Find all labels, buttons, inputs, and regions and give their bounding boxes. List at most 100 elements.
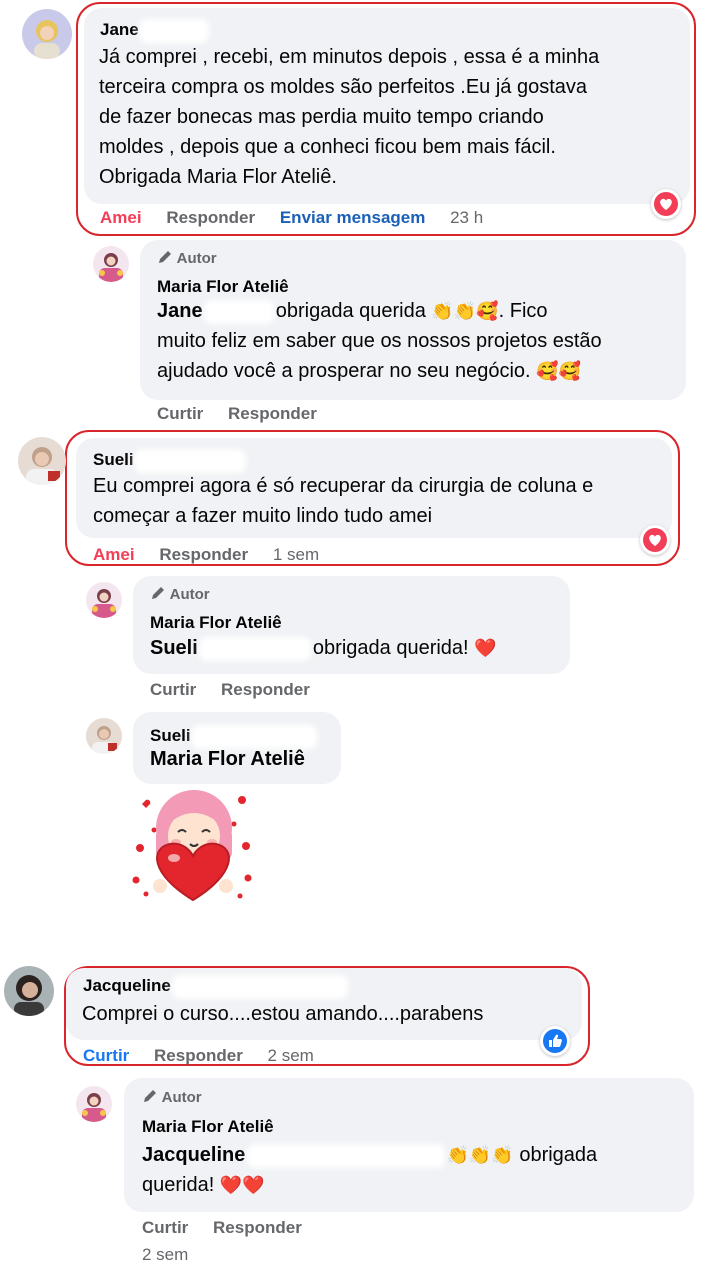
comment-text: Já comprei , recebi, em minutos depois ,… <box>99 42 689 192</box>
clap-emoji-icon: 👏👏🥰 <box>431 301 499 321</box>
comment-text: Eu comprei agora é só recuperar da cirur… <box>93 471 673 531</box>
redacted-surname <box>203 640 308 657</box>
comment-author[interactable]: Jane <box>100 20 206 40</box>
comment-line: Já comprei , recebi, em minutos depois ,… <box>99 46 600 68</box>
pen-icon <box>159 251 171 263</box>
reply-first-line: Jacqueline 👏👏👏 obrigada <box>142 1140 687 1170</box>
comment-line: começar a fazer muito lindo tudo amei <box>93 505 433 527</box>
reply-text-fragment: querida! <box>142 1174 215 1196</box>
pen-icon <box>152 587 164 599</box>
heart-emoji-icon: ❤️ <box>474 638 497 658</box>
avatar[interactable] <box>4 966 54 1016</box>
author-badge: Autor <box>142 1088 202 1106</box>
redacted-surname <box>208 303 271 320</box>
reply-button[interactable]: Responder <box>228 404 317 423</box>
comment-author[interactable]: Jacqueline <box>83 976 344 996</box>
timestamp[interactable]: 1 sem <box>273 545 319 564</box>
clap-emoji-icon: 👏👏👏 <box>446 1145 514 1165</box>
redacted-surname <box>143 22 206 39</box>
timestamp[interactable]: 2 sem <box>268 1046 314 1065</box>
author-badge: Autor <box>150 585 210 603</box>
author-name[interactable]: Sueli <box>150 726 191 745</box>
reply-line: muito feliz em saber que os nossos proje… <box>157 330 602 352</box>
love-reaction-button[interactable]: Amei <box>93 545 135 564</box>
reply-author[interactable]: Maria Flor Ateliê <box>150 613 282 633</box>
smiling-hearts-emoji-icon: 🥰🥰 <box>536 361 581 381</box>
like-button[interactable]: Curtir <box>157 404 203 423</box>
reply-text-fragment: ajudado você a prosperar no seu negócio. <box>157 360 531 382</box>
mention-link[interactable]: Jane <box>157 300 203 322</box>
author-name[interactable]: Jacqueline <box>83 976 171 995</box>
reaction-badge[interactable] <box>640 525 670 555</box>
comment-actions: Amei Responder Enviar mensagem 23 h <box>100 208 503 228</box>
like-button[interactable]: Curtir <box>83 1046 129 1065</box>
author-badge: Autor <box>157 249 217 267</box>
mention-link[interactable]: Jacqueline <box>142 1144 245 1166</box>
reply-text-fragment: . Fico <box>498 300 548 322</box>
thumbs-up-icon <box>543 1029 567 1053</box>
avatar[interactable] <box>76 1086 112 1122</box>
reply-author[interactable]: Maria Flor Ateliê <box>142 1117 274 1137</box>
reply-first-line: Jane obrigada querida 👏👏🥰. Fico <box>157 296 677 326</box>
author-badge-label: Autor <box>176 250 217 267</box>
comment-line: Comprei o curso....estou amando....parab… <box>82 1003 484 1025</box>
redacted-surname <box>250 1147 441 1164</box>
reply-line: querida! ❤️❤️ <box>142 1170 687 1200</box>
love-sticker[interactable] <box>130 788 256 908</box>
avatar[interactable] <box>18 437 66 485</box>
author-badge-label: Autor <box>169 586 210 603</box>
author-name[interactable]: Jane <box>100 20 139 39</box>
reply-text-fragment: obrigada querida! <box>312 637 469 659</box>
like-button[interactable]: Curtir <box>142 1218 188 1237</box>
reply-button[interactable]: Responder <box>166 208 255 227</box>
reply-line: ajudado você a prosperar no seu negócio.… <box>157 356 677 386</box>
comment-actions: Curtir Responder 2 sem <box>83 1046 334 1066</box>
comment-author[interactable]: Sueli <box>93 450 243 470</box>
reply-text-fragment: obrigada <box>519 1144 598 1166</box>
reply-text: Jacqueline 👏👏👏 obrigada querida! ❤️❤️ <box>142 1140 687 1200</box>
mention-link[interactable]: Maria Flor Ateliê <box>150 748 305 771</box>
send-message-button[interactable]: Enviar mensagem <box>280 208 426 227</box>
comment-line: Eu comprei agora é só recuperar da cirur… <box>93 475 594 497</box>
timestamp[interactable]: 23 h <box>450 208 483 227</box>
love-reaction-button[interactable]: Amei <box>100 208 142 227</box>
avatar[interactable] <box>86 582 122 618</box>
reply-text: Jane obrigada querida 👏👏🥰. Fico muito fe… <box>157 296 677 386</box>
comment-line: moldes , depois que a conheci ficou bem … <box>99 136 556 158</box>
reply-button[interactable]: Responder <box>221 680 310 699</box>
timestamp[interactable]: 2 sem <box>142 1245 208 1265</box>
reply-author[interactable]: Maria Flor Ateliê <box>157 277 289 297</box>
reply-text: Sueli obrigada querida! ❤️ <box>150 633 570 663</box>
redacted-surname <box>195 728 314 745</box>
avatar[interactable] <box>22 9 72 59</box>
pen-icon <box>144 1090 156 1102</box>
heart-emoji-icon: ❤️❤️ <box>219 1175 265 1195</box>
heart-icon <box>654 192 678 216</box>
comment-line: terceira compra os moldes são perfeitos … <box>99 76 588 98</box>
reply-actions: Curtir Responder <box>150 680 330 700</box>
reply-author[interactable]: Sueli <box>150 726 314 746</box>
reaction-badge[interactable] <box>651 189 681 219</box>
reply-actions: Curtir Responder <box>142 1218 322 1238</box>
timestamp-label[interactable]: 2 sem <box>142 1245 188 1264</box>
author-badge-label: Autor <box>161 1089 202 1106</box>
reply-button[interactable]: Responder <box>159 545 248 564</box>
reaction-badge[interactable] <box>540 1026 570 1056</box>
heart-icon <box>643 528 667 552</box>
reply-actions: Curtir Responder <box>157 404 337 424</box>
mention-link[interactable]: Sueli <box>150 637 198 659</box>
reply-button[interactable]: Responder <box>213 1218 302 1237</box>
author-name[interactable]: Sueli <box>93 450 134 469</box>
redacted-surname <box>175 978 344 995</box>
comment-text: Comprei o curso....estou amando....parab… <box>82 999 572 1029</box>
avatar[interactable] <box>93 246 129 282</box>
comment-actions: Amei Responder 1 sem <box>93 545 339 565</box>
comment-line: de fazer bonecas mas perdia muito tempo … <box>99 106 544 128</box>
like-button[interactable]: Curtir <box>150 680 196 699</box>
avatar[interactable] <box>86 718 122 754</box>
redacted-surname <box>138 452 243 469</box>
comment-line: Obrigada Maria Flor Ateliê. <box>99 166 337 188</box>
reply-text-fragment: obrigada querida <box>275 300 426 322</box>
reply-button[interactable]: Responder <box>154 1046 243 1065</box>
girl-holding-heart-icon <box>132 790 252 902</box>
